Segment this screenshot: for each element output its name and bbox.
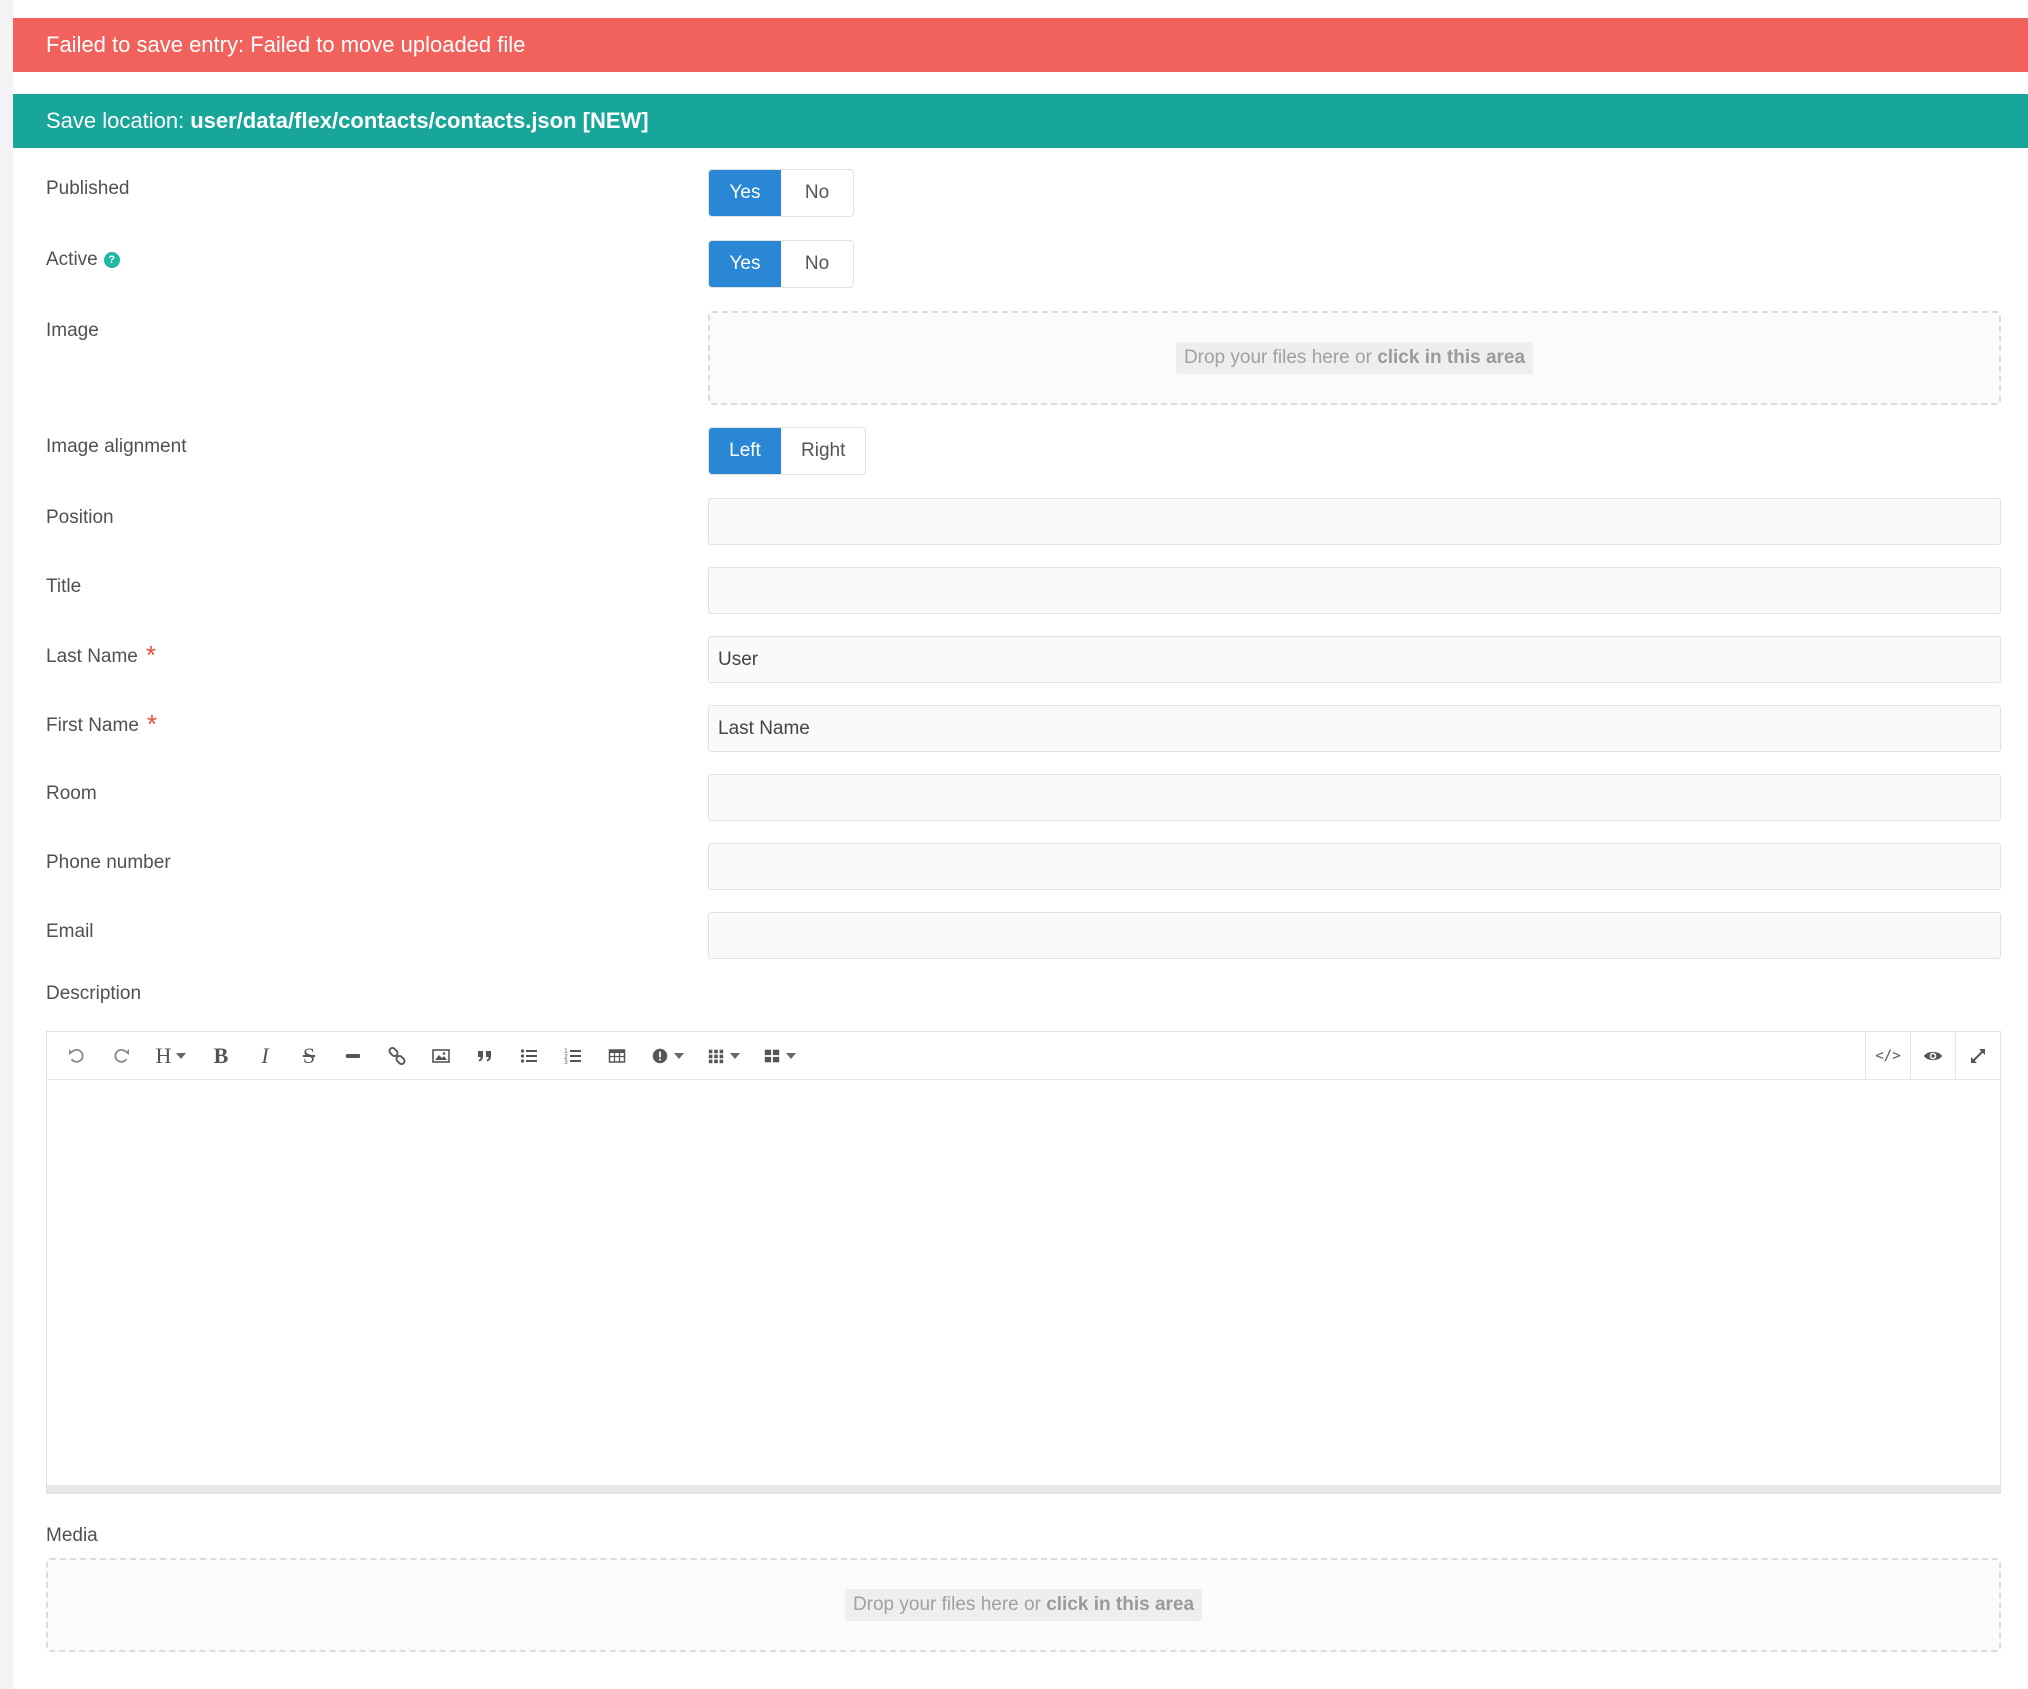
save-location-prefix: Save location: xyxy=(46,108,185,133)
save-location-notice: Save location: user/data/flex/contacts/c… xyxy=(13,94,2028,148)
media-drop-link[interactable]: click in this area xyxy=(1046,1594,1194,1615)
save-location-path: user/data/flex/contacts/contacts.json [N… xyxy=(190,108,649,133)
media-dropzone[interactable]: Drop your files here or click in this ar… xyxy=(46,1558,2001,1652)
horizontal-rule-icon[interactable] xyxy=(331,1032,375,1079)
description-label: Description xyxy=(46,983,141,1005)
published-no-option[interactable]: No xyxy=(781,170,853,216)
image-alignment-left-option[interactable]: Left xyxy=(709,428,781,474)
editor-toolbar-right: </> xyxy=(1865,1032,2000,1079)
image-label: Image xyxy=(46,320,99,342)
redo-icon[interactable] xyxy=(99,1032,143,1079)
preview-eye-icon[interactable] xyxy=(1910,1032,1955,1079)
published-yes-option[interactable]: Yes xyxy=(709,170,781,216)
phone-number-label: Phone number xyxy=(46,852,171,874)
link-icon[interactable] xyxy=(375,1032,419,1079)
email-label-text: Email xyxy=(46,921,94,942)
active-yes-option[interactable]: Yes xyxy=(709,241,781,287)
image-alignment-toggle[interactable]: Left Right xyxy=(708,427,867,475)
grid-icon[interactable] xyxy=(695,1032,751,1079)
description-label-text: Description xyxy=(46,983,142,1004)
italic-icon[interactable]: I xyxy=(243,1032,287,1079)
svg-text:3: 3 xyxy=(564,1059,568,1066)
code-view-icon[interactable]: </> xyxy=(1865,1032,1910,1079)
notice-icon[interactable] xyxy=(639,1032,695,1079)
error-alert: Failed to save entry: Failed to move upl… xyxy=(13,18,2028,72)
email-label: Email xyxy=(46,921,94,943)
last-name-label: Last Name * xyxy=(46,640,156,670)
markdown-editor: H B I S 1 2 3 </> xyxy=(46,1031,2001,1494)
published-label: Published xyxy=(46,178,129,200)
email-input[interactable] xyxy=(708,912,2001,959)
question-circle-icon[interactable]: ? xyxy=(103,252,120,268)
media-dropzone-message: Drop your files here or click in this ar… xyxy=(844,1589,1203,1621)
last-name-label-text: Last Name xyxy=(46,646,138,667)
room-label: Room xyxy=(46,783,97,805)
position-label-text: Position xyxy=(46,507,114,528)
published-label-text: Published xyxy=(46,178,130,199)
first-name-label: First Name * xyxy=(46,709,158,739)
media-label: Media xyxy=(46,1525,98,1547)
bullet-list-icon[interactable] xyxy=(507,1032,551,1079)
bold-icon[interactable]: B xyxy=(199,1032,243,1079)
image-alignment-label: Image alignment xyxy=(46,436,186,458)
media-drop-text: Drop your files here or xyxy=(852,1594,1041,1615)
strike-glyph: S xyxy=(302,1042,316,1068)
active-no-option[interactable]: No xyxy=(781,241,853,287)
active-label: Active ? xyxy=(46,249,120,271)
editor-content-area[interactable] xyxy=(47,1080,2000,1485)
image-alignment-right-option[interactable]: Right xyxy=(781,428,865,474)
position-input[interactable] xyxy=(708,498,2001,545)
position-label: Position xyxy=(46,507,114,529)
error-alert-text: Failed to save entry: Failed to move upl… xyxy=(46,32,526,57)
required-asterisk: * xyxy=(145,640,156,670)
bold-glyph: B xyxy=(213,1042,229,1068)
room-input[interactable] xyxy=(708,774,2001,821)
first-name-input[interactable]: Last Name xyxy=(708,705,2001,752)
table-icon[interactable] xyxy=(595,1032,639,1079)
numbered-list-icon[interactable]: 123 xyxy=(551,1032,595,1079)
last-name-input[interactable]: User xyxy=(708,636,2001,683)
title-input[interactable] xyxy=(708,567,2001,614)
phone-number-input[interactable] xyxy=(708,843,2001,890)
active-toggle[interactable]: Yes No xyxy=(708,240,854,288)
strikethrough-icon[interactable]: S xyxy=(287,1032,331,1079)
quote-icon[interactable] xyxy=(463,1032,507,1079)
title-label-text: Title xyxy=(46,576,82,597)
room-label-text: Room xyxy=(46,783,97,804)
required-asterisk: * xyxy=(146,709,158,739)
image-alignment-label-text: Image alignment xyxy=(46,436,187,457)
first-name-label-text: First Name xyxy=(46,715,139,736)
image-label-text: Image xyxy=(46,320,99,341)
media-label-text: Media xyxy=(46,1525,98,1546)
heading-glyph: H xyxy=(155,1042,172,1068)
heading-icon[interactable]: H xyxy=(143,1032,199,1079)
image-drop-link[interactable]: click in this area xyxy=(1377,347,1525,368)
title-label: Title xyxy=(46,576,81,598)
image-dropzone[interactable]: Drop your files here or click in this ar… xyxy=(708,311,2001,405)
image-icon[interactable] xyxy=(419,1032,463,1079)
published-toggle[interactable]: Yes No xyxy=(708,169,854,217)
shortcodes-icon[interactable] xyxy=(751,1032,807,1079)
phone-number-label-text: Phone number xyxy=(46,852,171,873)
italic-glyph: I xyxy=(261,1042,269,1068)
editor-resize-bar[interactable] xyxy=(47,1485,2000,1493)
code-glyph: </> xyxy=(1875,1047,1901,1064)
active-label-text: Active xyxy=(46,249,98,270)
image-dropzone-message: Drop your files here or click in this ar… xyxy=(1175,342,1534,374)
image-drop-text: Drop your files here or xyxy=(1183,347,1372,368)
editor-toolbar: H B I S 1 2 3 </> xyxy=(47,1032,2000,1080)
undo-icon[interactable] xyxy=(55,1032,99,1079)
fullscreen-icon[interactable] xyxy=(1955,1032,2000,1079)
